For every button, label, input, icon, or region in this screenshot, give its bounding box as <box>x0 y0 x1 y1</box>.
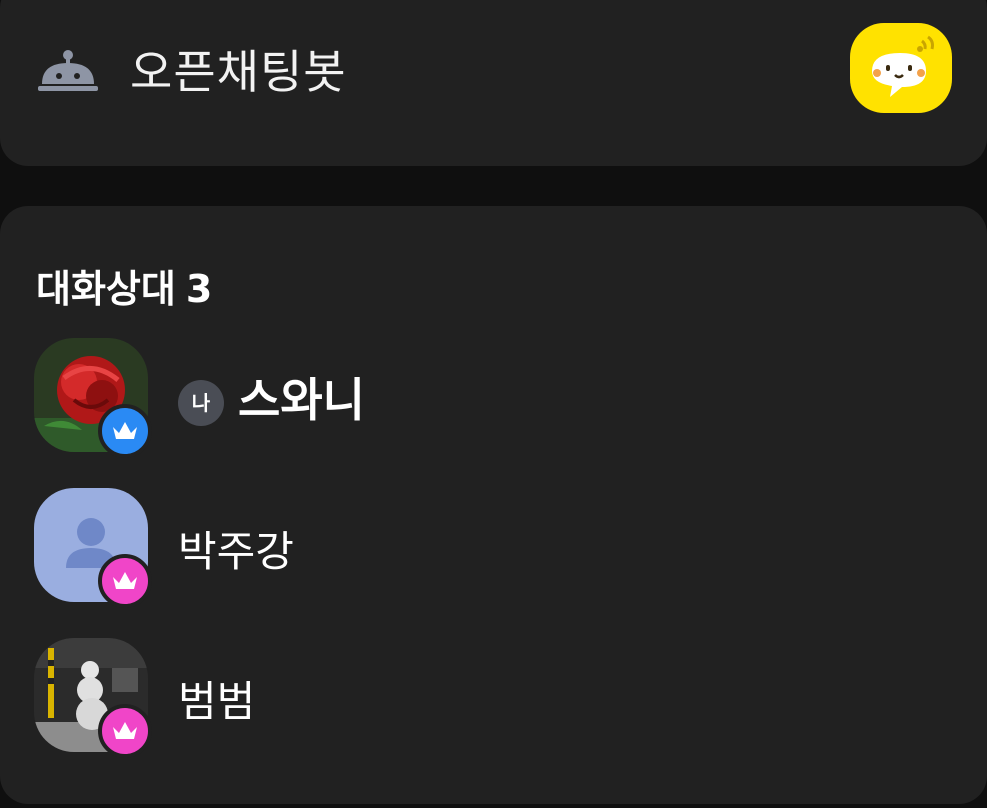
host-crown-icon <box>98 404 152 458</box>
member-item[interactable]: 나 스와니 <box>34 338 934 458</box>
members-heading-label: 대화상대 <box>36 267 176 311</box>
member-item[interactable]: 박주강 <box>34 488 934 608</box>
members-card: 대화상대 3 나 스와니 박주강 범범 <box>0 206 987 804</box>
manager-crown-icon <box>98 554 152 608</box>
bot-title: 오픈채팅봇 <box>130 45 347 99</box>
bell-bot-icon <box>36 50 100 92</box>
manager-crown-icon <box>98 704 152 758</box>
member-item[interactable]: 범범 <box>34 638 934 758</box>
openchat-bot-card[interactable]: 오픈채팅봇 <box>0 0 987 166</box>
members-count: 3 <box>185 267 213 311</box>
me-badge: 나 <box>178 380 224 426</box>
member-name: 스와니 <box>238 373 365 427</box>
members-heading: 대화상대 3 <box>36 258 212 313</box>
member-name: 범범 <box>178 677 256 726</box>
kakao-bot-icon[interactable] <box>850 23 952 113</box>
member-name: 박주강 <box>178 527 294 576</box>
